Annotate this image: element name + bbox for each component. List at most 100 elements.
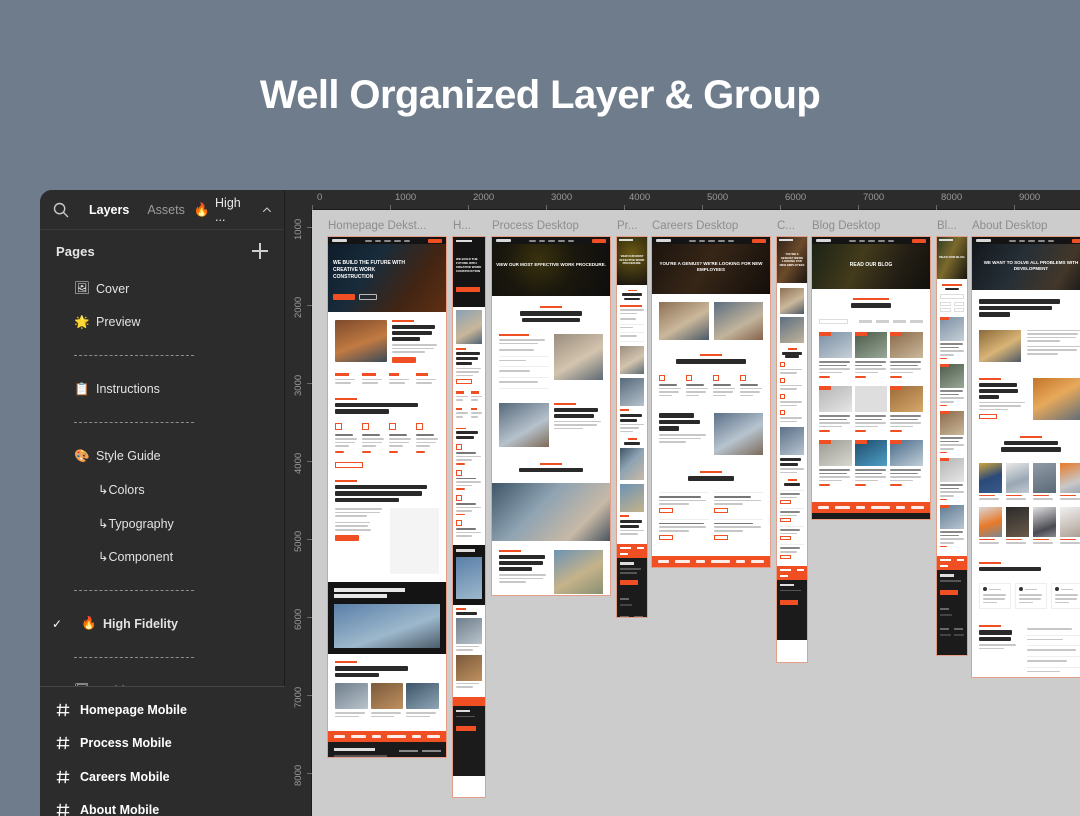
frame-blog-mobile[interactable]: Bl... READ OUR BLOG — [936, 220, 968, 656]
frame-thumbnail[interactable]: YOU'RE A GENIUS? WE'RE LOOKING FOR NEW E… — [651, 236, 771, 568]
frame-about-desktop[interactable]: About Desktop WE WANT TO SOLVE ALL PROBL… — [971, 220, 1080, 678]
frame-homepage-desktop[interactable]: Homepage Dekst... WE BUILD THE FUTURE WI… — [327, 220, 447, 758]
hero-headline: WE BUILD THE FUTURE WITH CREATIVE WORK C… — [333, 260, 405, 280]
search-icon[interactable] — [52, 201, 70, 219]
ruler-tick: 7000 — [858, 190, 884, 210]
ruler-tick: 2000 — [285, 297, 312, 318]
frame-thumbnail[interactable]: WE BUILD THE FUTURE WITH CREATIVE WORK C… — [327, 236, 447, 758]
panel-tab-bar: Layers Assets 🔥 High ... — [40, 190, 284, 230]
hero-headline: YOU'RE A GENIUS? WE'RE LOOKING FOR NEW E… — [659, 261, 763, 272]
ruler-tick: 2000 — [468, 190, 494, 210]
frame-thumbnail[interactable]: VIEW OUR MOST EFFECTIVE WORK PROCEDURE. — [616, 236, 648, 618]
left-sidebar: Layers Assets 🔥 High ... Pages 🖼 Cover 🌟… — [40, 190, 285, 816]
frame-blog-desktop[interactable]: Blog Desktop READ OUR BLOG — [811, 220, 931, 520]
tab-assets[interactable]: Assets — [138, 190, 194, 230]
fire-icon: 🔥 — [81, 616, 97, 631]
ruler-tick: 0 — [312, 190, 322, 210]
frame-label[interactable]: About Desktop — [972, 220, 1047, 232]
plus-icon[interactable] — [252, 243, 268, 259]
page-item-label: ↳Component — [98, 550, 174, 565]
frame-label[interactable]: Pr... — [617, 220, 637, 232]
layer-item-label: Process Mobile — [80, 736, 172, 751]
pages-divider — [40, 574, 284, 608]
page-item-label: Preview — [96, 315, 141, 330]
frame-icon — [56, 703, 70, 717]
horizontal-ruler: 0 1000 2000 3000 4000 5000 6000 7000 800… — [285, 190, 1080, 210]
hero-headline: READ OUR BLOG — [849, 262, 893, 268]
page-item-preview[interactable]: 🌟 Preview — [40, 306, 284, 340]
pages-divider — [40, 641, 284, 675]
pages-divider — [40, 339, 284, 373]
frame-thumbnail[interactable]: WE WANT TO SOLVE ALL PROBLEMS WITH DEVEL… — [971, 236, 1080, 678]
star-icon: 🌟 — [74, 314, 90, 329]
page-item-label: Instructions — [96, 382, 160, 397]
frame-icon — [56, 736, 70, 750]
page-item-colors[interactable]: ↳Colors — [40, 473, 284, 507]
banner: Well Organized Layer & Group — [0, 0, 1080, 190]
chevron-up-icon — [263, 206, 272, 212]
page-item-high-fidelity[interactable]: ✓ 🔥 High Fidelity — [40, 607, 284, 641]
hero-headline: VIEW OUR MOST EFFECTIVE WORK PROCEDURE. — [619, 254, 645, 266]
pages-label: Pages — [56, 243, 95, 259]
layer-item-about-mobile[interactable]: About Mobile — [40, 794, 285, 816]
page-item-label: High Fidelity — [103, 616, 178, 631]
ruler-tick: 5000 — [702, 190, 728, 210]
layer-item-process-mobile[interactable]: Process Mobile — [40, 727, 285, 761]
page-item-component[interactable]: ↳Component — [40, 540, 284, 574]
palette-icon: 🎨 — [74, 448, 90, 463]
frame-label[interactable]: Bl... — [937, 220, 957, 232]
page-item-label: Cover — [96, 281, 130, 296]
page-item-label: ↳Colors — [98, 483, 145, 498]
page-item-typography[interactable]: ↳Typography — [40, 507, 284, 541]
page-item-label: ↳Typography — [98, 516, 174, 531]
picture-icon: 🖼 — [74, 281, 90, 296]
ruler-tick: 5000 — [285, 531, 312, 552]
page-item-instructions[interactable]: 📋 Instructions — [40, 373, 284, 407]
layer-item-careers-mobile[interactable]: Careers Mobile — [40, 760, 285, 794]
frame-label[interactable]: Careers Desktop — [652, 220, 738, 232]
frame-thumbnail[interactable]: YOU'RE A GENIUS? WE'RE LOOKING FOR NEW E… — [776, 236, 808, 663]
ruler-corner — [285, 190, 312, 210]
frame-label[interactable]: Homepage Dekst... — [328, 220, 426, 232]
frame-thumbnail[interactable]: READ OUR BLOG — [811, 236, 931, 520]
page-selector-label: High ... — [215, 195, 241, 224]
canvas-viewport[interactable]: Homepage Dekst... WE BUILD THE FUTURE WI… — [312, 210, 1080, 816]
page-title: Well Organized Layer & Group — [259, 72, 821, 117]
frame-label[interactable]: H... — [453, 220, 471, 232]
frame-label[interactable]: C... — [777, 220, 795, 232]
check-icon: ✓ — [51, 616, 63, 631]
frame-careers-mobile[interactable]: C... YOU'RE A GENIUS? WE'RE LOOKING FOR … — [776, 220, 808, 663]
ruler-tick: 3000 — [285, 375, 312, 396]
layer-item-label: Homepage Mobile — [80, 702, 187, 717]
frame-label[interactable]: Process Desktop — [492, 220, 579, 232]
frame-process-desktop[interactable]: Process Desktop VIEW OUR MOST EFFECTIVE … — [491, 220, 611, 596]
frame-thumbnail[interactable]: VIEW OUR MOST EFFECTIVE WORK PROCEDURE. — [491, 236, 611, 596]
ruler-tick: 8000 — [285, 765, 312, 786]
ruler-tick: 1000 — [285, 219, 312, 240]
design-tool-window: Layers Assets 🔥 High ... Pages 🖼 Cover 🌟… — [40, 190, 1080, 816]
frame-label[interactable]: Blog Desktop — [812, 220, 880, 232]
layers-list: Homepage Mobile Process Mobile Careers M… — [40, 686, 285, 816]
frame-process-mobile[interactable]: Pr... VIEW OUR MOST EFFECTIVE WORK PROCE… — [616, 220, 648, 618]
ruler-tick: 7000 — [285, 687, 312, 708]
layer-item-label: Careers Mobile — [80, 769, 170, 784]
pages-list: 🖼 Cover 🌟 Preview 📋 Instructions 🎨 Style… — [40, 272, 284, 708]
page-selector[interactable]: 🔥 High ... — [194, 196, 274, 224]
page-item-cover[interactable]: 🖼 Cover — [40, 272, 284, 306]
hero-headline: YOU'RE A GENIUS? WE'RE LOOKING FOR NEW E… — [779, 252, 805, 267]
page-item-label: Style Guide — [96, 449, 161, 464]
frame-thumbnail[interactable]: READ OUR BLOG — [936, 236, 968, 656]
frame-homepage-mobile[interactable]: H... WE BUILD THE FUTURE WITH CREATIVE W… — [452, 220, 486, 798]
frame-icon — [56, 770, 70, 784]
layer-item-homepage-mobile[interactable]: Homepage Mobile — [40, 693, 285, 727]
ruler-tick: 4000 — [624, 190, 650, 210]
frame-careers-desktop[interactable]: Careers Desktop YOU'RE A GENIUS? WE'RE L… — [651, 220, 771, 568]
fire-icon: 🔥 — [193, 201, 211, 217]
canvas-area[interactable]: 0 1000 2000 3000 4000 5000 6000 7000 800… — [285, 190, 1080, 816]
frame-thumbnail[interactable]: WE BUILD THE FUTURE WITH CREATIVE WORK C… — [452, 236, 486, 798]
ruler-tick: 6000 — [780, 190, 806, 210]
tab-layers[interactable]: Layers — [80, 190, 138, 230]
frame-icon — [56, 803, 70, 816]
ruler-tick: 3000 — [546, 190, 572, 210]
page-item-style-guide[interactable]: 🎨 Style Guide — [40, 440, 284, 474]
